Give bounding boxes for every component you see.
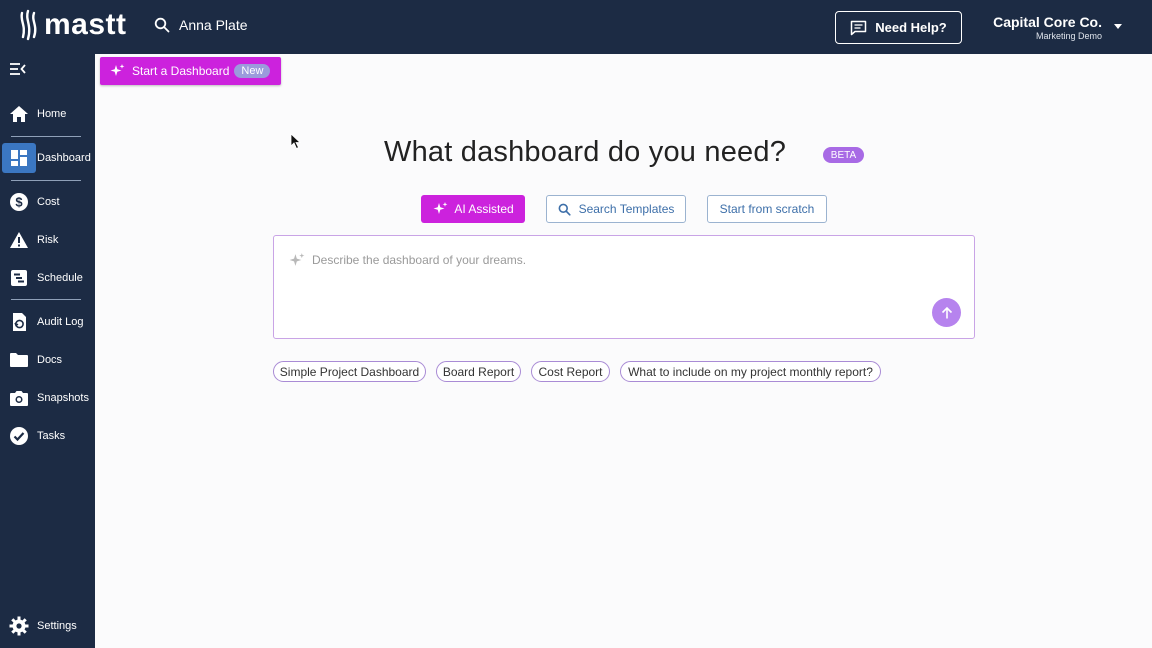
arrow-up-icon: [941, 306, 952, 318]
sidebar-item-label: Snapshots: [37, 392, 89, 404]
search-templates-label: Search Templates: [578, 202, 675, 216]
flame-logo-icon: [20, 9, 37, 41]
svg-text:$: $: [15, 195, 23, 210]
sidebar-divider: [11, 180, 81, 181]
suggestion-chip[interactable]: Simple Project Dashboard: [273, 361, 426, 382]
app-logo[interactable]: mastt: [18, 8, 127, 42]
sidebar-item-snapshots[interactable]: Snapshots: [0, 381, 95, 415]
new-badge: New: [234, 64, 271, 78]
search-icon: [154, 17, 170, 33]
company-switcher[interactable]: Capital Core Co. Marketing Demo: [970, 14, 1102, 42]
sidebar-item-label: Dashboard: [37, 152, 91, 164]
sidebar-item-tasks[interactable]: Tasks: [0, 419, 95, 453]
start-from-scratch-button[interactable]: Start from scratch: [707, 195, 827, 223]
suggestion-chip[interactable]: Board Report: [436, 361, 521, 382]
folder-icon: [2, 345, 36, 375]
prompt-box: [273, 235, 975, 339]
chat-icon: [850, 20, 867, 35]
search-templates-button[interactable]: Search Templates: [546, 195, 686, 223]
sidebar-item-label: Risk: [37, 234, 59, 246]
start-dashboard-label: Start a Dashboard: [132, 64, 230, 78]
company-subtitle: Marketing Demo: [1035, 31, 1102, 41]
search-icon: [558, 203, 571, 216]
gear-icon: [2, 611, 36, 641]
logo-text: mastt: [44, 8, 127, 41]
sidebar-item-schedule[interactable]: Schedule: [0, 261, 95, 295]
sidebar-divider: [11, 136, 81, 137]
ai-assisted-label: AI Assisted: [454, 202, 514, 216]
sidebar-item-label: Home: [37, 108, 67, 120]
global-search[interactable]: Anna Plate: [154, 17, 248, 33]
sidebar-item-home[interactable]: Home: [0, 97, 95, 131]
sidebar-item-cost[interactable]: $ Cost: [0, 185, 95, 219]
sidebar-item-settings[interactable]: Settings: [0, 609, 95, 643]
sidebar-item-audit-log[interactable]: Audit Log: [0, 305, 95, 339]
sparkle-icon: [433, 202, 448, 214]
mouse-cursor-icon: [290, 133, 302, 150]
dashboard-icon: [2, 143, 36, 173]
suggestion-chip[interactable]: What to include on my project monthly re…: [620, 361, 881, 382]
sidebar-item-label: Tasks: [37, 430, 66, 442]
top-bar: mastt Anna Plate Need Help? Capital Core…: [0, 0, 1152, 54]
camera-icon: [2, 383, 36, 413]
check-circle-icon: [2, 421, 36, 451]
sidebar-item-dashboard[interactable]: Dashboard: [0, 141, 95, 175]
sidebar-item-label: Settings: [37, 620, 77, 632]
sidebar-item-label: Cost: [37, 196, 60, 208]
sidebar-item-risk[interactable]: Risk: [0, 223, 95, 257]
beta-badge: BETA: [823, 147, 864, 163]
sidebar-item-label: Audit Log: [37, 316, 84, 328]
need-help-label: Need Help?: [875, 20, 947, 35]
history-icon: [2, 307, 36, 337]
start-dashboard-button[interactable]: Start a Dashboard New: [100, 57, 281, 85]
ai-assisted-button[interactable]: AI Assisted: [421, 195, 525, 223]
send-button[interactable]: [932, 298, 961, 327]
dollar-icon: $: [2, 187, 36, 217]
company-name: Capital Core Co.: [993, 14, 1102, 30]
sidebar: Home Dashboard $ Cost Risk Schedule Audi…: [0, 54, 95, 648]
chevron-down-icon[interactable]: [1114, 24, 1122, 29]
search-value: Anna Plate: [179, 17, 248, 33]
menu-collapse-icon: [10, 63, 26, 75]
sidebar-item-docs[interactable]: Docs: [0, 343, 95, 377]
need-help-button[interactable]: Need Help?: [835, 11, 962, 44]
sidebar-item-label: Schedule: [37, 272, 83, 284]
sidebar-item-label: Docs: [37, 354, 63, 366]
sparkle-icon: [109, 63, 125, 79]
home-icon: [2, 99, 36, 129]
suggestion-chip[interactable]: Cost Report: [531, 361, 610, 382]
warning-icon: [2, 225, 36, 255]
page-title: What dashboard do you need?: [384, 136, 787, 168]
prompt-input[interactable]: [312, 250, 912, 270]
collapse-sidebar-button[interactable]: [9, 62, 27, 81]
sparkle-icon: [288, 252, 305, 269]
sidebar-divider: [11, 299, 81, 300]
schedule-icon: [2, 263, 36, 293]
